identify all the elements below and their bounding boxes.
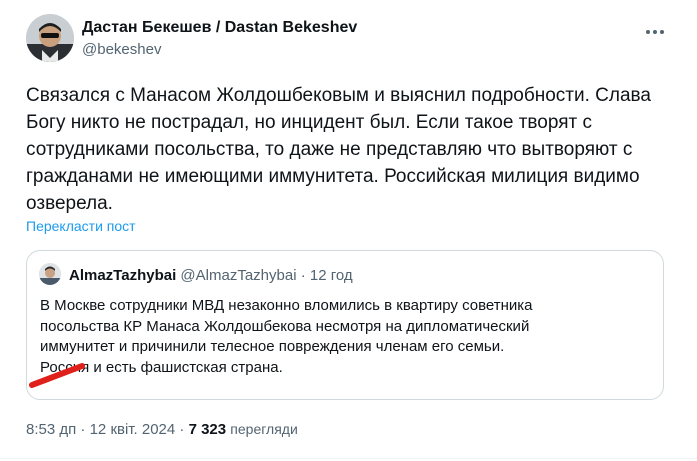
tweet-meta: 8:53 дп · 12 квіт. 2024 · 7 323 перегляд… — [26, 421, 298, 438]
more-options-button[interactable] — [641, 18, 669, 46]
tweet: Дастан Бекешев / Dastan Bekeshev @bekesh… — [0, 0, 697, 461]
author-avatar[interactable] — [26, 14, 74, 62]
views-count: 7 323 — [188, 421, 227, 438]
meta-separator: · — [179, 421, 185, 438]
author-display-name[interactable]: Дастан Бекешев / Dastan Bekeshev — [82, 19, 357, 37]
bottom-divider — [0, 458, 697, 459]
quoted-text: В Москве сотрудники МВД незаконно вломил… — [40, 297, 533, 376]
quoted-separator: · — [300, 267, 306, 284]
quoted-tweet[interactable]: AlmazTazhybai @AlmazTazhybai · 12 год В … — [26, 250, 664, 400]
views-label: перегляди — [230, 421, 298, 437]
quoted-avatar-image — [39, 263, 61, 285]
meta-separator: · — [80, 421, 86, 438]
avatar-image — [26, 14, 74, 62]
more-horizontal-icon — [646, 30, 664, 34]
red-strike-annotation — [29, 363, 85, 388]
quoted-author-avatar[interactable] — [39, 263, 61, 285]
quoted-header: AlmazTazhybai @AlmazTazhybai · 12 год — [69, 267, 353, 284]
tweet-date[interactable]: 12 квіт. 2024 — [90, 421, 176, 438]
quoted-author-handle[interactable]: @AlmazTazhybai — [180, 267, 296, 284]
translate-post-link[interactable]: Перекласти пост — [26, 218, 136, 234]
quoted-author-name[interactable]: AlmazTazhybai — [69, 267, 176, 284]
quoted-timestamp[interactable]: 12 год — [310, 267, 353, 284]
tweet-text: Связался с Манасом Жолдошбековым и выясн… — [26, 85, 651, 214]
tweet-time[interactable]: 8:53 дп — [26, 421, 76, 438]
author-handle[interactable]: @bekeshev — [82, 41, 161, 58]
